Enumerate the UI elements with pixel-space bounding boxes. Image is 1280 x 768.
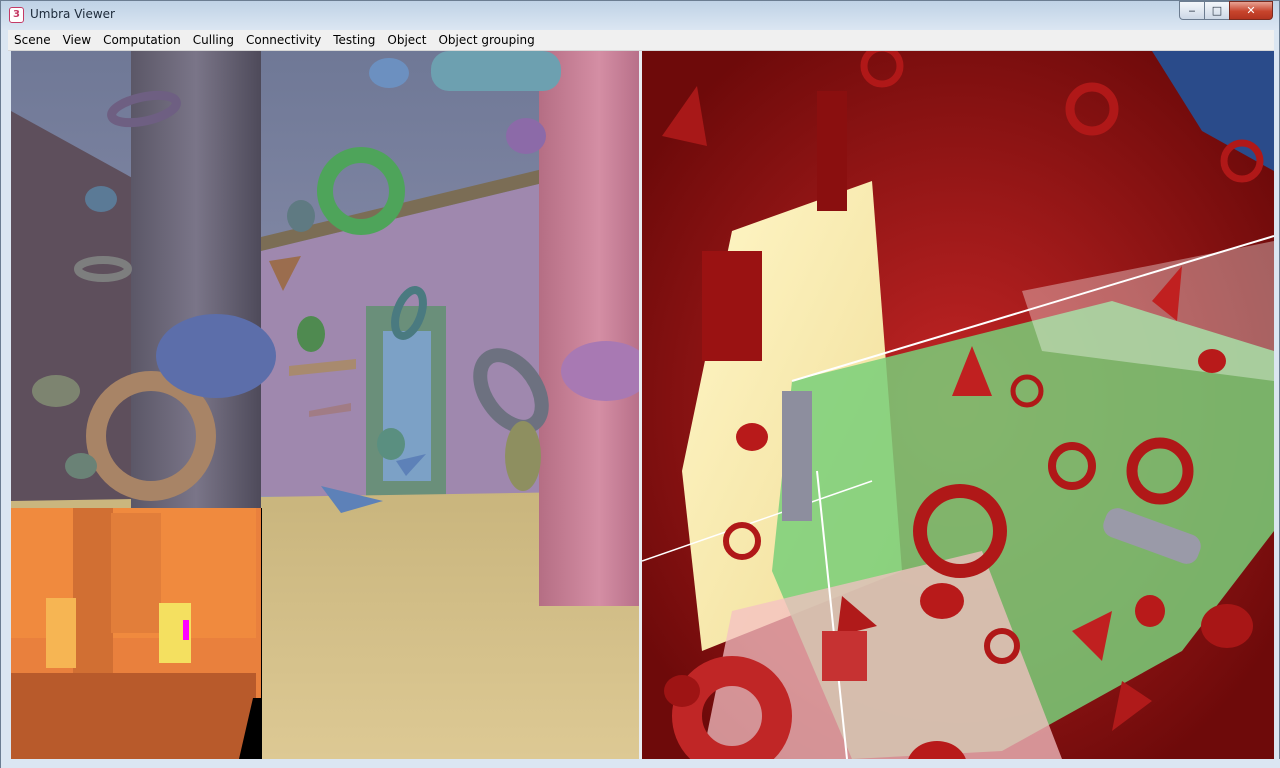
depth-floor [11, 673, 256, 759]
red-cylinder-2 [702, 251, 762, 361]
menu-connectivity[interactable]: Connectivity [240, 30, 327, 50]
depth-column-2 [111, 513, 161, 633]
close-icon: ✕ [1246, 4, 1256, 17]
umbra-app-icon[interactable]: 3 [9, 7, 24, 23]
menu-bar: Scene View Computation Culling Connectiv… [8, 30, 1274, 51]
red-teapot-5 [736, 423, 768, 451]
menu-culling[interactable]: Culling [187, 30, 240, 50]
small-teapot-1 [85, 186, 117, 212]
maximize-button[interactable]: □ [1204, 1, 1230, 20]
small-teapot-2 [287, 200, 315, 232]
debug-scene [642, 51, 1274, 759]
gray-post [782, 391, 812, 521]
maximize-icon: □ [1211, 4, 1223, 17]
minimize-icon: ‒ [1188, 4, 1196, 17]
blue-teapot [156, 314, 276, 398]
title-bar[interactable]: 3 Umbra Viewer ‒ □ ✕ [1, 1, 1279, 30]
depth-buffer-image [11, 508, 261, 759]
red-cylinder-1 [817, 91, 847, 211]
purple-blob [506, 118, 546, 154]
app-window: 3 Umbra Viewer ‒ □ ✕ Scene View Computat… [0, 0, 1280, 768]
window-title: Umbra Viewer [30, 7, 115, 21]
red-box-1 [822, 631, 867, 681]
small-teapot-6 [377, 428, 405, 460]
menu-view[interactable]: View [57, 30, 97, 50]
red-teapot-4 [1135, 595, 1165, 627]
menu-object[interactable]: Object [381, 30, 432, 50]
small-teapot-5 [65, 453, 97, 479]
red-teapot-2 [1201, 604, 1253, 648]
menu-computation[interactable]: Computation [97, 30, 187, 50]
depth-window-1 [46, 598, 76, 668]
red-teapot-1 [920, 583, 964, 619]
debug-viewport[interactable] [642, 51, 1274, 759]
red-teapot-6 [1198, 349, 1226, 373]
menu-object-grouping[interactable]: Object grouping [432, 30, 540, 50]
close-button[interactable]: ✕ [1229, 1, 1273, 20]
minimize-button[interactable]: ‒ [1179, 1, 1205, 20]
cyan-pipe [431, 51, 561, 91]
menu-scene[interactable]: Scene [8, 30, 57, 50]
teapot-top [369, 58, 409, 88]
window-bottom-border [1, 759, 1280, 768]
depth-column [73, 508, 113, 673]
small-teapot-3 [297, 316, 325, 352]
small-teapot-4 [32, 375, 80, 407]
pink-pillar [539, 51, 639, 606]
depth-marker [183, 620, 189, 640]
red-teapot-7 [664, 675, 700, 707]
olive-figure [505, 421, 541, 491]
menu-testing[interactable]: Testing [327, 30, 381, 50]
depth-buffer-overlay [11, 508, 262, 759]
window-controls: ‒ □ ✕ [1179, 1, 1273, 21]
